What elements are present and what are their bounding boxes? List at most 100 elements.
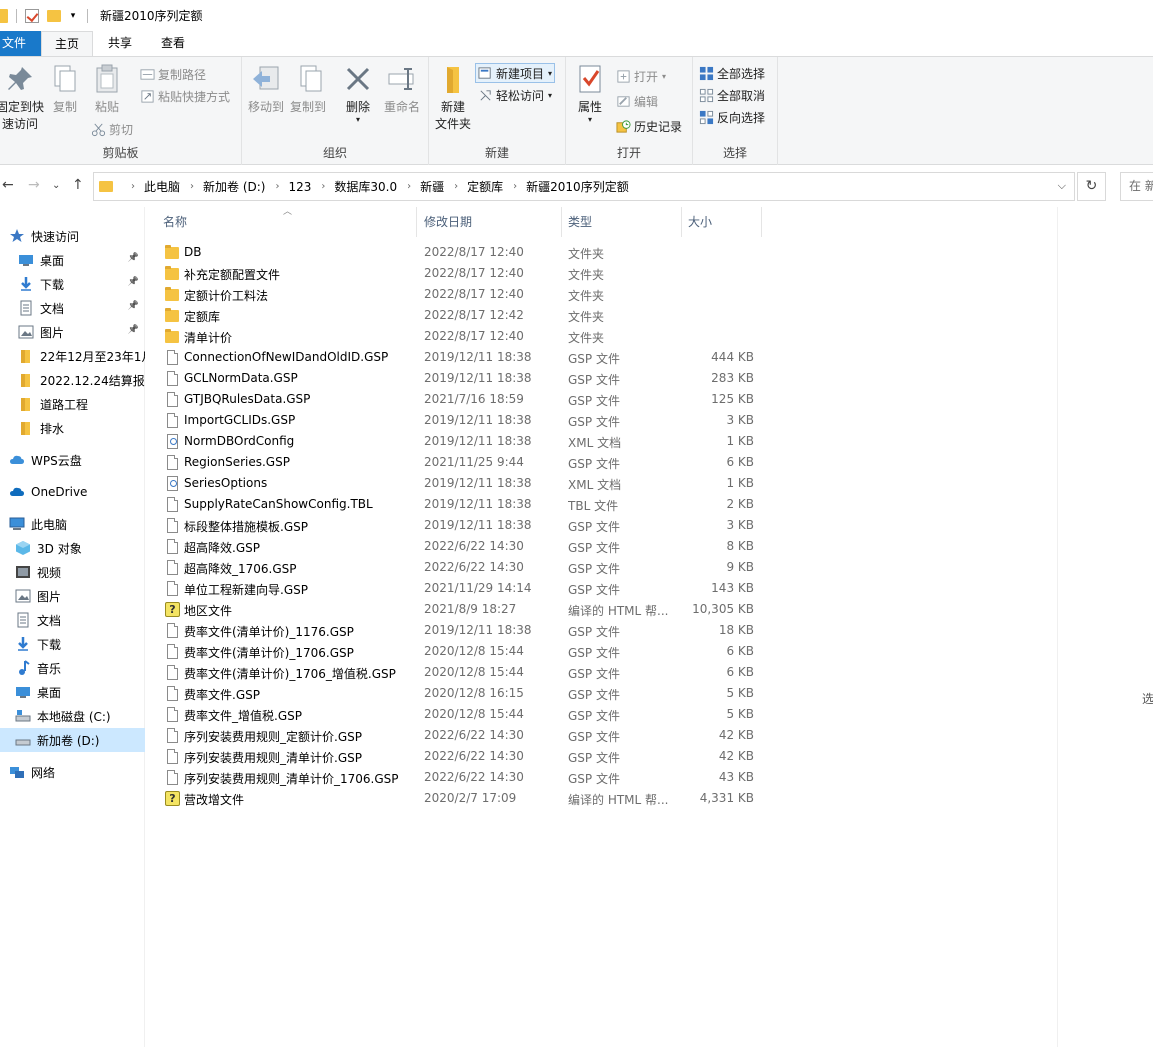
breadcrumb-chevron-icon[interactable]: ›	[321, 181, 325, 192]
column-header-date[interactable]: 修改日期	[418, 207, 562, 237]
file-row[interactable]: 序列安装费用规则_定额计价.GSP 2022/6/22 14:30 GSP 文件 42…	[158, 725, 768, 746]
copy-button[interactable]: 复制	[48, 63, 82, 116]
pin-to-quick-access-button[interactable]: 固定到快 速访问	[0, 63, 44, 133]
forward-arrow-icon[interactable]: →	[28, 177, 40, 193]
file-row[interactable]: 序列安装费用规则_清单计价_1706.GSP 2022/6/22 14:30 GSP…	[158, 767, 768, 788]
properties-button[interactable]: 属性 ▾	[570, 63, 610, 124]
recent-locations-chevron-icon[interactable]: ⌄	[52, 180, 60, 191]
file-row[interactable]: 费率文件.GSP 2020/12/8 16:15 GSP 文件 5 KB	[158, 683, 768, 704]
sidebar-item-onedrive[interactable]: OneDrive	[0, 480, 145, 504]
file-row[interactable]: GCLNormData.GSP 2019/12/11 18:38 GSP 文件 283…	[158, 368, 768, 389]
breadcrumb-link[interactable]: 此电脑	[144, 178, 180, 195]
file-row[interactable]: ConnectionOfNewIDandOldID.GSP 2019/12/11 …	[158, 347, 768, 368]
file-row[interactable]: ImportGCLIDs.GSP 2019/12/11 18:38 GSP 文件 3 …	[158, 410, 768, 431]
copy-path-button[interactable]: 复制路径	[140, 64, 206, 84]
sidebar-item[interactable]: 图片	[0, 584, 145, 608]
move-to-button[interactable]: 移动到	[246, 63, 286, 116]
sidebar-item-quick-access[interactable]: 快速访问	[0, 224, 145, 248]
sidebar-item[interactable]: 3D 对象	[0, 536, 145, 560]
sidebar-item[interactable]: 图片 📌	[0, 320, 145, 344]
breadcrumb-link[interactable]: 新疆2010序列定额	[526, 178, 629, 195]
breadcrumb-link[interactable]: 新加卷 (D:)	[203, 178, 265, 195]
breadcrumb-chevron-icon[interactable]: ›	[275, 181, 279, 192]
tab-share[interactable]: 共享	[93, 31, 147, 56]
sidebar-item[interactable]: 音乐	[0, 656, 145, 680]
select-all-button[interactable]: 全部选择	[699, 63, 765, 83]
properties-dropdown-icon[interactable]: ▾	[588, 116, 592, 124]
new-folder-button[interactable]: 新建 文件夹	[431, 63, 475, 133]
tab-view[interactable]: 查看	[147, 31, 199, 56]
breadcrumb-chevron-icon[interactable]: ›	[454, 181, 458, 192]
new-folder-quick-icon[interactable]	[47, 9, 61, 22]
easy-access-button[interactable]: 轻松访问 ▾	[478, 85, 552, 105]
file-row[interactable]: 超高降效.GSP 2022/6/22 14:30 GSP 文件 8 KB	[158, 536, 768, 557]
column-header-name[interactable]: 名称	[157, 207, 417, 237]
breadcrumb-chevron-icon[interactable]: ›	[190, 181, 194, 192]
sidebar-item-wps[interactable]: WPS云盘	[0, 448, 145, 472]
sidebar-item[interactable]: 新加卷 (D:)	[0, 728, 145, 752]
rename-button[interactable]: 重命名	[380, 63, 424, 116]
file-row[interactable]: RegionSeries.GSP 2021/11/25 9:44 GSP 文件 6 K…	[158, 452, 768, 473]
file-row[interactable]: 标段整体措施模板.GSP 2019/12/11 18:38 GSP 文件 3 KB	[158, 515, 768, 536]
file-row[interactable]: ? 营改增文件 2020/2/7 17:09 编译的 HTML 帮... 4,331 K…	[158, 788, 768, 809]
delete-dropdown-icon[interactable]: ▾	[356, 116, 360, 124]
invert-selection-button[interactable]: 反向选择	[699, 107, 765, 127]
history-button[interactable]: 历史记录	[616, 116, 682, 136]
file-row[interactable]: 超高降效_1706.GSP 2022/6/22 14:30 GSP 文件 9 KB	[158, 557, 768, 578]
file-row[interactable]: 补充定额配置文件 2022/8/17 12:40 文件夹	[158, 263, 768, 284]
file-row[interactable]: GTJBQRulesData.GSP 2021/7/16 18:59 GSP 文件 1…	[158, 389, 768, 410]
breadcrumb-link[interactable]: 123	[288, 180, 311, 194]
sidebar-item[interactable]: 视频	[0, 560, 145, 584]
column-header-size[interactable]: 大小	[682, 207, 762, 237]
file-row[interactable]: 定额计价工料法 2022/8/17 12:40 文件夹	[158, 284, 768, 305]
breadcrumb-link[interactable]: 数据库30.0	[334, 178, 397, 195]
breadcrumb-chevron-icon[interactable]: ›	[131, 181, 135, 192]
file-row[interactable]: 费率文件(清单计价)_1176.GSP 2019/12/11 18:38 GSP 文…	[158, 620, 768, 641]
sidebar-item[interactable]: 桌面 📌	[0, 248, 145, 272]
tab-file[interactable]: 文件	[0, 31, 41, 56]
refresh-button[interactable]: ↻	[1077, 172, 1106, 201]
file-row[interactable]: NormDBOrdConfig 2019/12/11 18:38 XML 文档 1 K…	[158, 431, 768, 452]
cut-button[interactable]: 剪切	[91, 119, 133, 139]
properties-quick-icon[interactable]	[25, 8, 39, 23]
new-item-button[interactable]: 新建项目 ▾	[475, 63, 556, 83]
search-input[interactable]: 在 新	[1120, 172, 1153, 201]
paste-button[interactable]: 粘贴	[90, 63, 124, 116]
file-row[interactable]: 费率文件_增值税.GSP 2020/12/8 15:44 GSP 文件 5 KB	[158, 704, 768, 725]
sidebar-item[interactable]: 文档 📌	[0, 296, 145, 320]
column-header-type[interactable]: 类型	[562, 207, 682, 237]
address-history-chevron-icon[interactable]: ⌵	[1058, 179, 1066, 193]
sidebar-item-network[interactable]: 网络	[0, 760, 145, 784]
sidebar-item[interactable]: 桌面	[0, 680, 145, 704]
sidebar-item[interactable]: 道路工程	[0, 392, 145, 416]
delete-button[interactable]: 删除 ▾	[340, 63, 376, 124]
breadcrumb-link[interactable]: 新疆	[420, 178, 444, 195]
sidebar-item[interactable]: 下载 📌	[0, 272, 145, 296]
sidebar-item[interactable]: 文档	[0, 608, 145, 632]
file-row[interactable]: 单位工程新建向导.GSP 2021/11/29 14:14 GSP 文件 143 KB	[158, 578, 768, 599]
tab-home[interactable]: 主页	[41, 31, 93, 56]
file-row[interactable]: 费率文件(清单计价)_1706_增值税.GSP 2020/12/8 15:44 GS…	[158, 662, 768, 683]
sidebar-item-this-pc[interactable]: 此电脑	[0, 512, 145, 536]
file-row[interactable]: 费率文件(清单计价)_1706.GSP 2020/12/8 15:44 GSP 文件…	[158, 641, 768, 662]
edit-button[interactable]: 编辑	[616, 91, 658, 111]
copy-to-button[interactable]: 复制到	[288, 63, 328, 116]
sidebar-item[interactable]: 本地磁盘 (C:)	[0, 704, 145, 728]
file-row[interactable]: 序列安装费用规则_清单计价.GSP 2022/6/22 14:30 GSP 文件 42…	[158, 746, 768, 767]
file-row[interactable]: SeriesOptions 2019/12/11 18:38 XML 文档 1 KB	[158, 473, 768, 494]
sidebar-item[interactable]: 下载	[0, 632, 145, 656]
breadcrumb-chevron-icon[interactable]: ›	[513, 181, 517, 192]
file-row[interactable]: DB 2022/8/17 12:40 文件夹	[158, 242, 768, 263]
breadcrumb-link[interactable]: 定额库	[467, 178, 503, 195]
sidebar-item[interactable]: 排水	[0, 416, 145, 440]
file-row[interactable]: SupplyRateCanShowConfig.TBL 2019/12/11 18…	[158, 494, 768, 515]
customize-quick-access-icon[interactable]: ▾	[67, 11, 79, 21]
select-none-button[interactable]: 全部取消	[699, 85, 765, 105]
address-bar[interactable]: › 此电脑 › 新加卷 (D:) › 123 › 数据库30.0 › 新疆 › 定额库 › 新疆2010序…	[93, 172, 1075, 201]
file-row[interactable]: ? 地区文件 2021/8/9 18:27 编译的 HTML 帮... 10,305 K…	[158, 599, 768, 620]
file-row[interactable]: 定额库 2022/8/17 12:42 文件夹	[158, 305, 768, 326]
back-arrow-icon[interactable]: ←	[2, 177, 14, 193]
paste-shortcut-button[interactable]: 粘贴快捷方式	[140, 86, 230, 106]
up-arrow-icon[interactable]: ↑	[72, 177, 84, 193]
breadcrumb-chevron-icon[interactable]: ›	[407, 181, 411, 192]
